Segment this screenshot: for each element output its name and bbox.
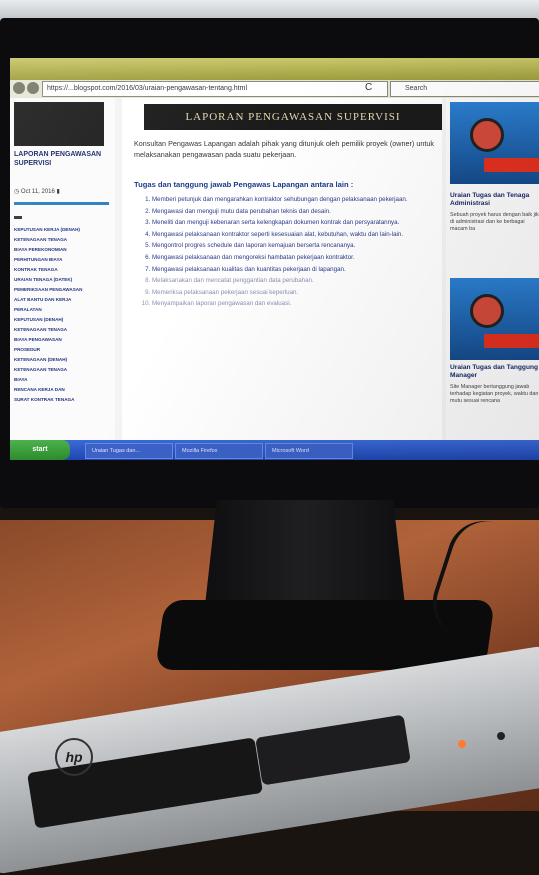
- list-item: Mengontrol progres schedule dan laporan …: [152, 242, 452, 251]
- sidebar-link[interactable]: PROSEDUR: [14, 347, 112, 353]
- list-item: Mengawasi pelaksanaan dan mengoreksi ham…: [152, 254, 452, 263]
- sidebar-link[interactable]: KETENAGAAN TENAGA: [14, 367, 112, 373]
- post-thumbnail[interactable]: [450, 102, 539, 184]
- article-content: LAPORAN PENGAWASAN SUPERVISI Konsultan P…: [122, 98, 442, 440]
- cartoon-worker-image: [470, 294, 504, 328]
- browser-titlebar: [10, 58, 539, 80]
- list-item: Menyampaikan laporan pengawasan dan eval…: [152, 300, 452, 309]
- taskbar-item[interactable]: Microsoft Word: [265, 443, 353, 459]
- sidebar-link[interactable]: Peralatan: [14, 307, 112, 313]
- cartoon-worker-image: [470, 118, 504, 152]
- list-item: Memberi petunjuk dan mengarahkan kontrak…: [152, 196, 452, 205]
- list-item: Melaksanakan dan mencatat penggantian da…: [152, 277, 452, 286]
- list-item: Mengawasi pelaksanaan kualitas dan kuant…: [152, 266, 452, 275]
- sidebar-link[interactable]: KEPUTUSAN KERJA (DENAH): [14, 227, 112, 233]
- taskbar-item[interactable]: Uraian Tugas dan...: [85, 443, 173, 459]
- sidebar-link[interactable]: KEPUTUSAN (DENAH): [14, 317, 112, 323]
- related-post-excerpt: Site Manager bertanggung jawab terhadap …: [450, 384, 539, 404]
- comment-icon: ▮: [56, 189, 60, 195]
- sidebar-divider: [14, 202, 109, 205]
- article-banner: LAPORAN PENGAWASAN SUPERVISI: [144, 104, 442, 130]
- hp-logo: hp: [55, 738, 93, 776]
- list-marker: [14, 216, 22, 219]
- related-posts: Uraian Tugas dan Tenaga Administrasi Seb…: [446, 98, 539, 440]
- blog-title[interactable]: LAPORAN PENGAWASAN SUPERVISI: [14, 150, 109, 168]
- sidebar-link[interactable]: Alat Bantu dan Kerja: [14, 297, 112, 303]
- list-item: Meneliti dan menguji kebenaran serta kel…: [152, 219, 452, 228]
- monitor-screen: https://...blogspot.com/2016/03/uraian-p…: [10, 58, 539, 460]
- search-input[interactable]: Search: [390, 81, 539, 97]
- post-thumbnail[interactable]: [450, 278, 539, 360]
- forward-button[interactable]: [27, 82, 39, 94]
- list-item: Mengawasi pelaksanaan kontraktor seperti…: [152, 231, 452, 240]
- refresh-icon[interactable]: C: [365, 82, 372, 93]
- sidebar-link[interactable]: KETENAGAAN TENAGA: [14, 327, 112, 333]
- taskbar-item[interactable]: Mozilla Firefox: [175, 443, 263, 459]
- sidebar-link[interactable]: BIAYA PENGAWASAN: [14, 337, 112, 343]
- sidebar-link[interactable]: BIAYA PEREKONOMIAN: [14, 247, 112, 253]
- list-item: Memeriksa pelaksanaan pekerjaan sesuai k…: [152, 289, 452, 298]
- related-post-title[interactable]: Uraian Tugas dan Tanggung Manager: [450, 364, 539, 380]
- post-date: ◷ Oct 11, 2016 ▮: [14, 189, 60, 195]
- sidebar-link[interactable]: PERHITUNGAN BIAYA: [14, 257, 112, 263]
- clock-icon: ◷: [14, 189, 20, 195]
- sidebar-link-list: KEPUTUSAN KERJA (DENAH) KETENAGAAN TENAG…: [14, 216, 112, 407]
- section-heading: Tugas dan tanggung jawab Pengawas Lapang…: [134, 180, 354, 189]
- sidebar-link[interactable]: KETENAGAAN TENAGA: [14, 237, 112, 243]
- sidebar-link[interactable]: BIAYA: [14, 377, 112, 383]
- related-post-title[interactable]: Uraian Tugas dan Tenaga Administrasi: [450, 192, 539, 208]
- task-list: Memberi petunjuk dan mengarahkan kontrak…: [136, 196, 452, 312]
- sidebar-link[interactable]: Uraian Tenaga (DATEK): [14, 277, 112, 283]
- sidebar-link[interactable]: Pemeriksaan Pengawasan: [14, 287, 112, 293]
- related-post-excerpt: Sebuah proyek harus dengan baik jika di …: [450, 212, 539, 232]
- back-button[interactable]: [13, 82, 25, 94]
- url-input[interactable]: https://...blogspot.com/2016/03/uraian-p…: [42, 81, 388, 97]
- power-led-icon: [458, 740, 466, 748]
- blog-avatar: [14, 102, 104, 146]
- sidebar-link[interactable]: KETENAGAAN (DENAH): [14, 357, 112, 363]
- list-item: Mengawasi dan menguji mutu data perubaha…: [152, 208, 452, 217]
- blog-sidebar: LAPORAN PENGAWASAN SUPERVISI ◷ Oct 11, 2…: [10, 98, 115, 440]
- article-intro: Konsultan Pengawas Lapangan adalah pihak…: [134, 139, 434, 159]
- sidebar-link[interactable]: SURAT KONTRAK TENAGA: [14, 397, 112, 403]
- start-button[interactable]: start: [10, 440, 70, 460]
- activity-led-icon: [497, 732, 505, 740]
- sidebar-link[interactable]: RENCANA KERJA DAN: [14, 387, 112, 393]
- sidebar-link[interactable]: KONTRAK TENAGA: [14, 267, 112, 273]
